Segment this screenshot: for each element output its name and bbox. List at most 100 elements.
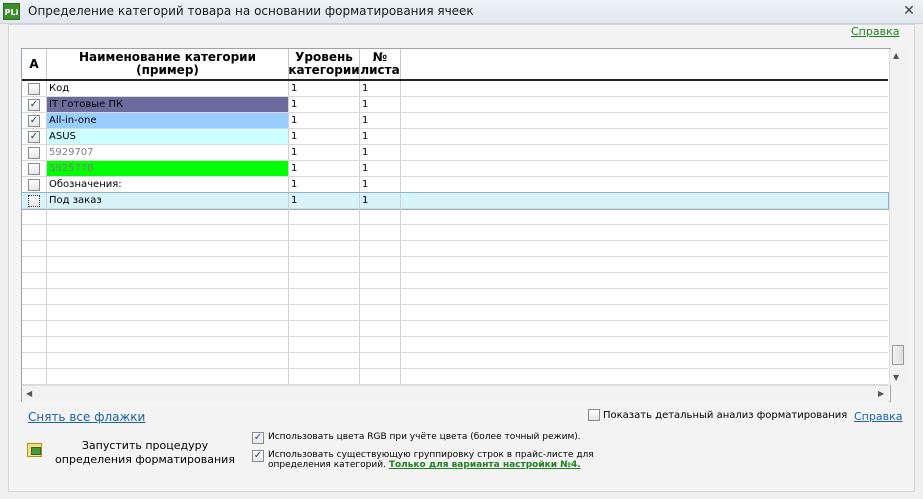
category-name-cell[interactable]: 5929707 <box>47 145 289 160</box>
category-level-cell[interactable]: 1 <box>289 97 360 112</box>
use-rgb-option[interactable]: ✓ Использовать цвета RGB при учёте цвета… <box>252 432 581 444</box>
table-row[interactable]: Код 1 1 <box>22 81 888 97</box>
filler-cell <box>401 81 888 96</box>
scroll-down-icon[interactable]: ▼ <box>893 373 899 382</box>
row-checkbox-cell[interactable] <box>22 193 47 208</box>
empty-cell <box>47 209 289 224</box>
category-name-cell[interactable]: 5925778 <box>47 161 289 176</box>
column-header-category-level[interactable]: Уровень категории <box>288 49 360 79</box>
sheet-number-cell[interactable]: 1 <box>360 193 401 208</box>
variant4-link[interactable]: Только для варианта настройки №4. <box>389 460 581 470</box>
sheet-number-cell[interactable]: 1 <box>360 97 401 112</box>
empty-cell <box>401 225 888 240</box>
empty-row <box>22 273 888 289</box>
row-checkbox[interactable] <box>28 195 40 207</box>
category-level-cell[interactable]: 1 <box>289 193 360 208</box>
row-checkbox[interactable]: ✓ <box>28 115 40 127</box>
column-header-category-name[interactable]: Наименование категории (пример) <box>47 49 289 79</box>
empty-cell <box>47 337 289 352</box>
empty-row <box>22 321 888 337</box>
empty-cell <box>22 353 47 368</box>
run-procedure-button[interactable]: Запустить процедуру определения форматир… <box>50 439 240 467</box>
row-checkbox-cell[interactable] <box>22 81 47 96</box>
category-name-cell[interactable]: Под заказ <box>47 193 289 208</box>
filler-cell <box>401 161 888 176</box>
column-header-a[interactable]: A <box>22 49 47 79</box>
vertical-scrollbar[interactable]: ▲ ▼ <box>889 49 906 385</box>
detail-analysis-option[interactable]: Показать детальный анализ форматирования <box>588 409 847 421</box>
close-button[interactable]: ✕ <box>899 2 919 20</box>
category-level-cell[interactable]: 1 <box>289 129 360 144</box>
empty-cell <box>22 369 47 384</box>
empty-cell <box>401 369 888 384</box>
empty-cell <box>289 353 360 368</box>
horizontal-scrollbar[interactable]: ◀ ▶ <box>22 385 889 402</box>
empty-cell <box>360 369 401 384</box>
help-link-bottom[interactable]: Справка <box>854 410 902 423</box>
sheet-number-cell[interactable]: 1 <box>360 81 401 96</box>
row-checkbox-cell[interactable]: ✓ <box>22 129 47 144</box>
category-name-cell[interactable]: All-in-one <box>47 113 289 128</box>
category-level-cell[interactable]: 1 <box>289 161 360 176</box>
empty-cell <box>289 369 360 384</box>
empty-cell <box>401 305 888 320</box>
empty-row <box>22 353 888 369</box>
row-checkbox[interactable]: ✓ <box>28 99 40 111</box>
empty-cell <box>47 369 289 384</box>
empty-row <box>22 209 888 225</box>
category-name-cell[interactable]: Код <box>47 81 289 96</box>
row-checkbox-cell[interactable] <box>22 145 47 160</box>
row-checkbox[interactable] <box>28 83 40 95</box>
sheet-number-cell[interactable]: 1 <box>360 177 401 192</box>
row-checkbox[interactable] <box>28 179 40 191</box>
empty-cell <box>289 241 360 256</box>
detail-analysis-checkbox[interactable] <box>588 409 600 421</box>
row-checkbox-cell[interactable]: ✓ <box>22 97 47 112</box>
empty-cell <box>47 305 289 320</box>
table-row[interactable]: 5925778 1 1 <box>22 161 888 177</box>
category-grid: A Наименование категории (пример) Уровен… <box>21 48 906 402</box>
empty-cell <box>401 353 888 368</box>
empty-cell <box>289 273 360 288</box>
category-name-cell[interactable]: Обозначения: <box>47 177 289 192</box>
table-row[interactable]: ✓ IT Готовые ПК 1 1 <box>22 97 888 113</box>
run-procedure-icon[interactable] <box>27 443 42 457</box>
empty-cell <box>289 305 360 320</box>
row-checkbox[interactable] <box>28 163 40 175</box>
sheet-number-cell[interactable]: 1 <box>360 145 401 160</box>
help-link-top[interactable]: Справка <box>851 25 899 38</box>
use-grouping-option[interactable]: ✓ Использовать существующую группировку … <box>252 450 612 470</box>
category-level-cell[interactable]: 1 <box>289 177 360 192</box>
scroll-thumb[interactable] <box>892 345 904 365</box>
category-level-cell[interactable]: 1 <box>289 145 360 160</box>
sheet-number-cell[interactable]: 1 <box>360 113 401 128</box>
row-checkbox-cell[interactable] <box>22 161 47 176</box>
sheet-number-cell[interactable]: 1 <box>360 129 401 144</box>
row-checkbox-cell[interactable] <box>22 177 47 192</box>
uncheck-all-link[interactable]: Снять все флажки <box>28 410 145 424</box>
category-level-cell[interactable]: 1 <box>289 81 360 96</box>
sheet-number-cell[interactable]: 1 <box>360 161 401 176</box>
empty-cell <box>22 337 47 352</box>
table-row[interactable]: 5929707 1 1 <box>22 145 888 161</box>
table-row[interactable]: ✓ All-in-one 1 1 <box>22 113 888 129</box>
empty-cell <box>22 321 47 336</box>
category-name-cell[interactable]: ASUS <box>47 129 289 144</box>
table-row[interactable]: ✓ ASUS 1 1 <box>22 129 888 145</box>
empty-cell <box>47 225 289 240</box>
scroll-up-icon[interactable]: ▲ <box>893 51 899 60</box>
category-name-cell[interactable]: IT Готовые ПК <box>47 97 289 112</box>
row-checkbox-cell[interactable]: ✓ <box>22 113 47 128</box>
scroll-right-icon[interactable]: ▶ <box>878 389 884 398</box>
scroll-left-icon[interactable]: ◀ <box>26 389 32 398</box>
filler-cell <box>401 145 888 160</box>
row-checkbox[interactable] <box>28 147 40 159</box>
empty-cell <box>47 273 289 288</box>
row-checkbox[interactable]: ✓ <box>28 131 40 143</box>
column-header-sheet-number[interactable]: № листа <box>360 49 401 79</box>
use-rgb-checkbox[interactable]: ✓ <box>252 432 264 444</box>
category-level-cell[interactable]: 1 <box>289 113 360 128</box>
table-row[interactable]: Под заказ 1 1 <box>21 192 889 210</box>
table-row[interactable]: Обозначения: 1 1 <box>22 177 888 193</box>
use-grouping-checkbox[interactable]: ✓ <box>252 450 264 462</box>
